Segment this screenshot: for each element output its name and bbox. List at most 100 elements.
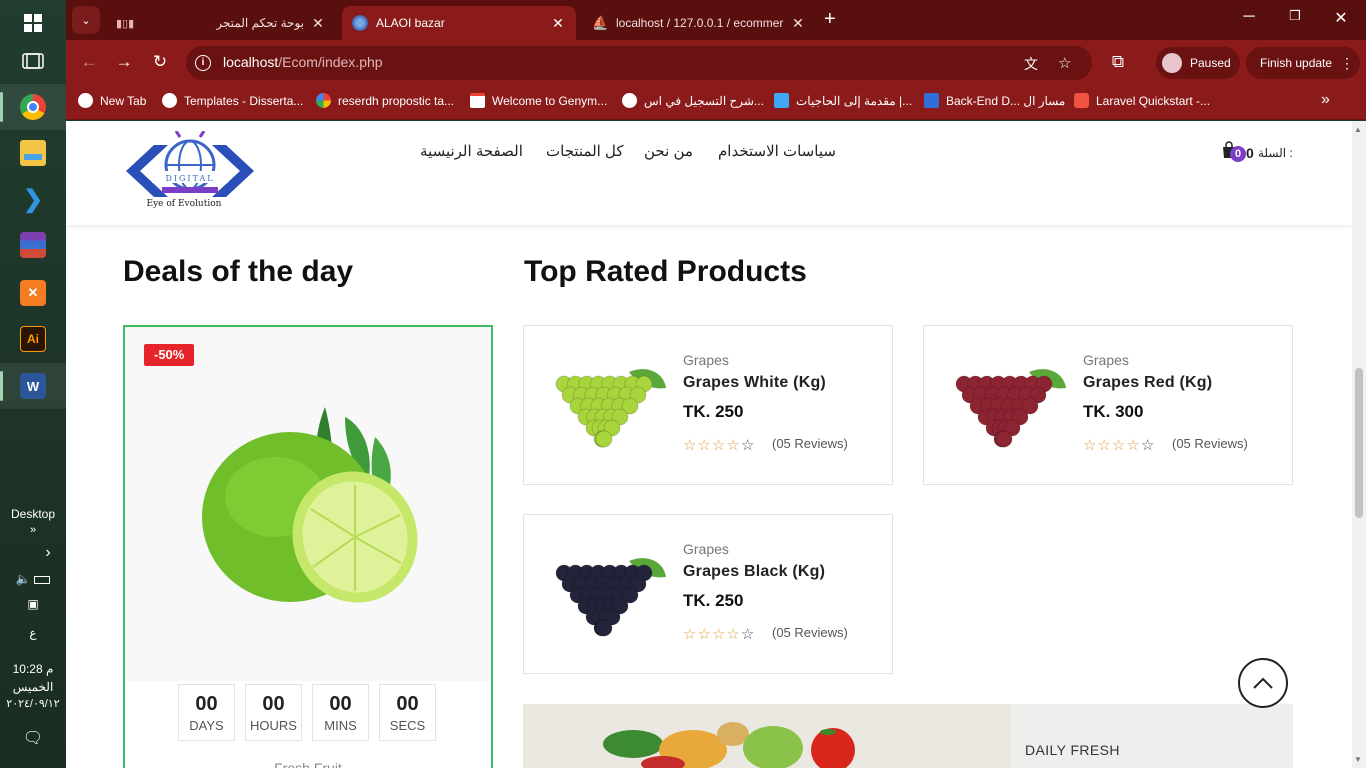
site-info-icon[interactable]: i (195, 55, 211, 71)
star-filled-icon: ☆ (1083, 437, 1097, 454)
task-view-button[interactable] (0, 38, 66, 84)
translate-icon[interactable]: 文 (1024, 54, 1038, 74)
nav-policies[interactable]: سياسات الاستخدام (718, 142, 836, 160)
profile-button[interactable]: Paused (1156, 47, 1240, 79)
cart-button[interactable]: 0 0 السلة : (1220, 139, 1300, 167)
globe-icon (622, 93, 637, 108)
bookmark-item[interactable]: Laravel Quickstart -... (1074, 93, 1210, 108)
star-filled-icon: ☆ (697, 626, 711, 643)
back-button[interactable]: ← (78, 52, 100, 72)
scroll-up-arrow[interactable]: ▲ (1354, 125, 1362, 134)
countdown-label: HOURS (250, 718, 297, 733)
star-empty-icon: ☆ (740, 437, 755, 454)
logo-tagline: Eye of Evolution (146, 199, 222, 209)
notification-icon[interactable]: 🗨 (0, 728, 66, 748)
battery-icon[interactable] (34, 575, 51, 584)
taskbar-xampp[interactable]: ✕ (0, 270, 66, 316)
bookmark-item[interactable]: Welcome to Genym... (470, 93, 607, 108)
product-price: TK. 250 (683, 402, 744, 421)
close-icon[interactable]: ✕ (790, 15, 806, 32)
nav-all-products[interactable]: كل المنتجات (546, 142, 624, 160)
bookmark-item[interactable]: Templates - Disserta... (162, 93, 303, 108)
new-tab-button[interactable]: + (824, 8, 836, 31)
star-empty-icon: ☆ (740, 626, 755, 643)
restore-button[interactable]: ❐ (1280, 8, 1310, 24)
countdown-value: 00 (329, 693, 352, 715)
bookmark-label: New Tab (100, 93, 147, 108)
close-icon[interactable]: ✕ (310, 15, 326, 32)
bookmark-item[interactable]: New Tab (78, 93, 146, 108)
clock-day[interactable]: الخميس (0, 680, 66, 694)
bookmarks-overflow-icon[interactable]: » (1321, 91, 1330, 109)
forward-button[interactable]: → (113, 52, 135, 72)
cart-count-badge: 0 (1230, 146, 1246, 162)
nav-about[interactable]: من نحن (644, 142, 693, 160)
finish-update-label: Finish update (1260, 56, 1333, 70)
reload-button[interactable]: ↻ (149, 52, 171, 72)
scroll-down-arrow[interactable]: ▼ (1354, 755, 1362, 764)
scroll-to-top-button[interactable] (1238, 658, 1288, 708)
chevron-right-icon[interactable]: › (0, 544, 66, 562)
tab-phpmyadmin[interactable]: ⛵ localhost / 127.0.0.1 / ecommer ✕ (582, 6, 816, 40)
product-category: Grapes (1083, 352, 1129, 368)
taskbar-chrome[interactable] (0, 84, 66, 130)
address-bar[interactable]: i localhost/Ecom/index.php 文 ☆ (186, 46, 1092, 80)
top-rated-title: Top Rated Products (524, 255, 807, 288)
product-price: TK. 300 (1083, 402, 1144, 421)
laravel-icon (1074, 93, 1089, 108)
taskbar-winrar[interactable] (0, 222, 66, 268)
minimize-button[interactable]: ─ (1234, 8, 1264, 26)
network-icon[interactable]: ▣ (0, 597, 66, 611)
close-window-button[interactable]: ✕ (1326, 8, 1356, 28)
bookmark-item[interactable]: Back-End D... مسار ال (924, 93, 1065, 108)
product-name[interactable]: Grapes Black (Kg) (683, 563, 825, 581)
lime-image (202, 407, 418, 603)
tab-store-dashboard[interactable]: ▮▯▮ بوحة تحكم المتجر ✕ (106, 6, 336, 40)
taskbar-file-explorer[interactable] (0, 130, 66, 176)
web-page: ALA DIGITAL Eye of Evolution الصفحة الرن… (66, 121, 1352, 768)
product-name[interactable]: Grapes White (Kg) (683, 374, 826, 392)
product-name[interactable]: Grapes Red (Kg) (1083, 374, 1212, 392)
star-filled-icon: ☆ (1097, 437, 1111, 454)
clock-time[interactable]: 10:28 م (0, 662, 66, 676)
bookmark-item[interactable]: شرح التسجيل في اس... (622, 93, 764, 108)
tray-icons[interactable]: 🔈 (0, 572, 66, 586)
nav-home[interactable]: الصفحة الرنيسية (420, 142, 523, 160)
tab-alaoi-bazar[interactable]: ALAOI bazar ✕ (342, 6, 576, 40)
clock-date[interactable]: ٢٠٢٤/٠٩/١٢ (0, 697, 66, 710)
product-card[interactable]: Grapes Grapes Red (Kg) TK. 300 ☆ ☆ ☆ ☆ ☆ (05… (923, 325, 1293, 485)
countdown-label: MINS (324, 718, 357, 733)
google-icon (316, 93, 331, 108)
bookmark-star-icon[interactable]: ☆ (1058, 54, 1071, 72)
taskbar-illustrator[interactable]: Ai (0, 316, 66, 362)
product-image (555, 558, 666, 637)
deal-card[interactable]: -50% 00 DAYS 00 HOURS 00 MINS 00 SECS Fr… (123, 325, 493, 768)
scrollbar-thumb[interactable] (1355, 368, 1363, 518)
more-vert-icon: ⋮ (1340, 54, 1355, 71)
bookmark-item[interactable]: reserdh propostic ta... (316, 93, 454, 108)
taskbar-vscode[interactable]: ❯ (0, 176, 66, 222)
star-filled-icon: ☆ (683, 437, 697, 454)
promo-banner[interactable]: DAILY FRESH (523, 704, 1293, 768)
chevron-down-icon[interactable]: » (0, 524, 66, 536)
extensions-icon[interactable]: ⧉ (1107, 52, 1129, 72)
globe-icon (162, 93, 177, 108)
product-card[interactable]: Grapes Grapes White (Kg) TK. 250 ☆ ☆ ☆ ☆ ☆ (… (523, 325, 893, 485)
product-card[interactable]: Grapes Grapes Black (Kg) TK. 250 ☆ ☆ ☆ ☆ ☆ (… (523, 514, 893, 674)
desktop-label[interactable]: Desktop (0, 507, 66, 521)
tab-search-button[interactable]: ⌄ (72, 6, 100, 34)
finish-update-button[interactable]: Finish update ⋮ (1246, 47, 1360, 79)
profile-status: Paused (1190, 56, 1231, 70)
taskbar-word[interactable]: W (0, 363, 66, 409)
deals-title: Deals of the day (123, 255, 354, 288)
browser-window: ⌄ ▮▯▮ بوحة تحكم المتجر ✕ ALAOI bazar ✕ ⛵… (66, 0, 1366, 768)
countdown-value: 00 (262, 693, 285, 715)
language-indicator[interactable]: ع (0, 626, 66, 640)
page-scrollbar[interactable]: ▲ ▼ (1352, 121, 1366, 768)
vegetables-image (523, 704, 1011, 768)
close-icon[interactable]: ✕ (550, 15, 566, 32)
star-filled-icon: ☆ (726, 626, 740, 643)
bookmark-item[interactable]: مقدمة إلى الحاجيات |... (774, 93, 912, 108)
star-filled-icon: ☆ (683, 626, 697, 643)
volume-icon[interactable]: 🔈 (16, 572, 31, 586)
